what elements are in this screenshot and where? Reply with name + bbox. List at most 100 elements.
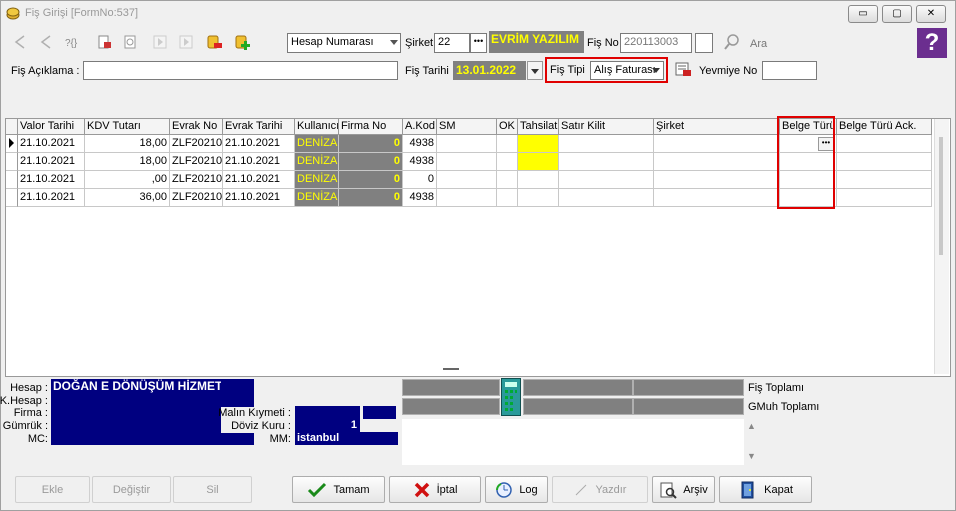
next-record-icon[interactable]: [149, 30, 171, 54]
table-cell[interactable]: [654, 135, 780, 153]
table-cell[interactable]: DENİZA: [295, 189, 339, 207]
search-button[interactable]: Ara: [750, 38, 767, 50]
print-button[interactable]: Yazdır: [552, 476, 648, 503]
table-cell[interactable]: 0: [339, 171, 403, 189]
document-delete-icon[interactable]: [93, 30, 115, 54]
close-window-button[interactable]: ✕: [916, 5, 946, 23]
company-browse-button[interactable]: •••: [470, 33, 487, 53]
table-cell[interactable]: 21.10.2021: [18, 171, 85, 189]
add-button[interactable]: Ekle: [15, 476, 90, 503]
archive-button[interactable]: Arşiv: [652, 476, 715, 503]
table-cell[interactable]: ZLF20210: [170, 153, 223, 171]
table-cell[interactable]: [518, 135, 559, 153]
log-button[interactable]: Log: [485, 476, 548, 503]
table-cell[interactable]: 21.10.2021: [18, 189, 85, 207]
table-cell[interactable]: [518, 171, 559, 189]
table-cell[interactable]: 18,00: [85, 135, 170, 153]
table-cell[interactable]: 21.10.2021: [223, 171, 295, 189]
table-cell[interactable]: [437, 153, 497, 171]
col-valor-date[interactable]: Valor Tarihi: [18, 119, 85, 135]
journal-print-icon[interactable]: [674, 60, 694, 80]
slip-no-extra-input[interactable]: [695, 33, 713, 53]
settings-doc-icon[interactable]: [119, 30, 141, 54]
table-cell[interactable]: [497, 171, 518, 189]
journal-no-input[interactable]: [762, 61, 817, 80]
table-cell[interactable]: DENİZA: [295, 153, 339, 171]
search-icon[interactable]: [723, 33, 743, 53]
table-cell[interactable]: 18,00: [85, 153, 170, 171]
maximize-button[interactable]: ▢: [882, 5, 912, 23]
scroll-up-icon[interactable]: ▲: [747, 421, 756, 431]
table-cell[interactable]: [437, 171, 497, 189]
company-code-input[interactable]: 22: [434, 33, 470, 53]
table-cell[interactable]: 4938: [403, 189, 437, 207]
table-cell[interactable]: ZLF20210: [170, 189, 223, 207]
delete-button[interactable]: Sil: [173, 476, 252, 503]
col-doc-type-desc[interactable]: Belge Türü Ack.: [837, 119, 932, 135]
scroll-down-icon[interactable]: ▼: [747, 451, 756, 461]
table-cell[interactable]: [559, 171, 654, 189]
col-company[interactable]: Şirket: [654, 119, 780, 135]
table-cell[interactable]: [437, 135, 497, 153]
date-input[interactable]: 13.01.2022: [453, 61, 526, 80]
table-cell[interactable]: 0: [339, 153, 403, 171]
table-cell[interactable]: [497, 135, 518, 153]
date-dropdown-button[interactable]: [527, 61, 543, 80]
cancel-button[interactable]: İptal: [389, 476, 481, 503]
col-row-lock[interactable]: Satır Kilit: [559, 119, 654, 135]
table-cell[interactable]: DENİZA: [295, 171, 339, 189]
table-cell[interactable]: ZLF20210: [170, 171, 223, 189]
slip-type-select[interactable]: Alış Faturası: [590, 61, 664, 80]
description-input[interactable]: [83, 61, 398, 80]
col-a-code[interactable]: A.Kod: [403, 119, 437, 135]
table-cell[interactable]: [559, 189, 654, 207]
table-cell[interactable]: [518, 189, 559, 207]
col-sm[interactable]: SM: [437, 119, 497, 135]
change-button[interactable]: Değiştir: [92, 476, 171, 503]
table-cell[interactable]: 0: [403, 171, 437, 189]
table-cell[interactable]: [497, 153, 518, 171]
col-vat-amount[interactable]: KDV Tutarı: [85, 119, 170, 135]
table-cell[interactable]: [837, 135, 932, 153]
col-user[interactable]: Kullanıcı: [295, 119, 339, 135]
table-cell[interactable]: [837, 171, 932, 189]
table-cell[interactable]: [518, 153, 559, 171]
table-cell[interactable]: ZLF20210: [170, 135, 223, 153]
vertical-scrollbar[interactable]: [934, 119, 949, 374]
table-cell[interactable]: [437, 189, 497, 207]
table-cell[interactable]: ,00: [85, 171, 170, 189]
close-button[interactable]: Kapat: [719, 476, 812, 503]
table-cell[interactable]: 0: [339, 189, 403, 207]
col-doc-no[interactable]: Evrak No: [170, 119, 223, 135]
table-cell[interactable]: 21.10.2021: [18, 153, 85, 171]
col-company-no[interactable]: Firma No: [339, 119, 403, 135]
table-cell[interactable]: 21.10.2021: [223, 153, 295, 171]
calculator-icon[interactable]: [501, 378, 521, 416]
col-doc-date[interactable]: Evrak Tarihi: [223, 119, 295, 135]
previous-record-icon[interactable]: [35, 30, 57, 54]
table-cell[interactable]: [559, 135, 654, 153]
table-cell[interactable]: 36,00: [85, 189, 170, 207]
table-cell[interactable]: 21.10.2021: [18, 135, 85, 153]
table-cell[interactable]: [559, 153, 654, 171]
table-cell[interactable]: 0: [339, 135, 403, 153]
table-cell[interactable]: 21.10.2021: [223, 135, 295, 153]
help-button[interactable]: ?: [917, 28, 947, 58]
slip-no-input[interactable]: 220113003: [620, 33, 692, 53]
minimize-button[interactable]: ▭: [848, 5, 878, 23]
col-collection[interactable]: Tahsilat: [518, 119, 559, 135]
notes-area[interactable]: [402, 419, 744, 465]
table-cell[interactable]: [497, 189, 518, 207]
query-icon[interactable]: ?{}: [63, 30, 85, 54]
database-remove-icon[interactable]: [203, 30, 225, 54]
table-cell[interactable]: 21.10.2021: [223, 189, 295, 207]
table-cell[interactable]: 4938: [403, 135, 437, 153]
table-cell[interactable]: [654, 189, 780, 207]
table-cell[interactable]: [837, 153, 932, 171]
table-cell[interactable]: [837, 189, 932, 207]
table-cell[interactable]: [654, 153, 780, 171]
last-record-icon[interactable]: [175, 30, 197, 54]
col-ok[interactable]: OK: [497, 119, 518, 135]
scrollbar-thumb[interactable]: [939, 137, 943, 255]
table-cell[interactable]: [654, 171, 780, 189]
